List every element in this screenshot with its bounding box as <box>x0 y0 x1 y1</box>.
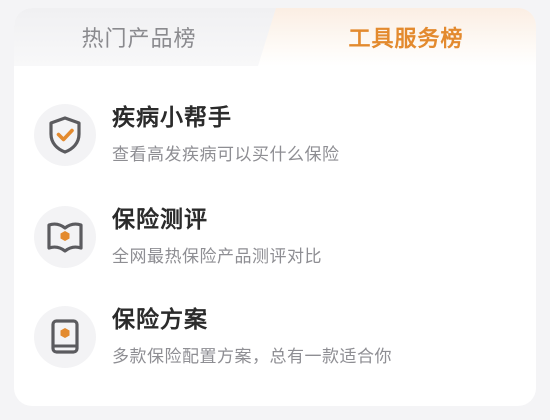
list-item-disease-helper[interactable]: 疾病小帮手 查看高发疾病可以买什么保险 <box>14 96 536 192</box>
book-icon <box>34 306 96 368</box>
tab-hot-products[interactable]: 热门产品榜 <box>14 8 264 66</box>
item-description: 多款保险配置方案，总有一款适合你 <box>112 347 392 367</box>
list-item-insurance-plan[interactable]: 保险方案 多款保险配置方案，总有一款适合你 <box>14 298 536 394</box>
tab-tool-services[interactable]: 工具服务榜 <box>276 8 536 66</box>
item-description: 查看高发疾病可以买什么保险 <box>112 145 340 165</box>
open-book-icon <box>34 206 96 268</box>
item-title: 疾病小帮手 <box>112 105 232 131</box>
item-title: 保险测评 <box>112 207 208 233</box>
item-description: 全网最热保险产品测评对比 <box>112 247 322 267</box>
list-item-insurance-review[interactable]: 保险测评 全网最热保险产品测评对比 <box>14 198 536 294</box>
tool-card: 热门产品榜 工具服务榜 疾病小帮手 查看高发疾病可以买什么保险 保险测评 全网最… <box>14 8 536 406</box>
item-title: 保险方案 <box>112 307 208 333</box>
shield-check-icon <box>34 104 96 166</box>
